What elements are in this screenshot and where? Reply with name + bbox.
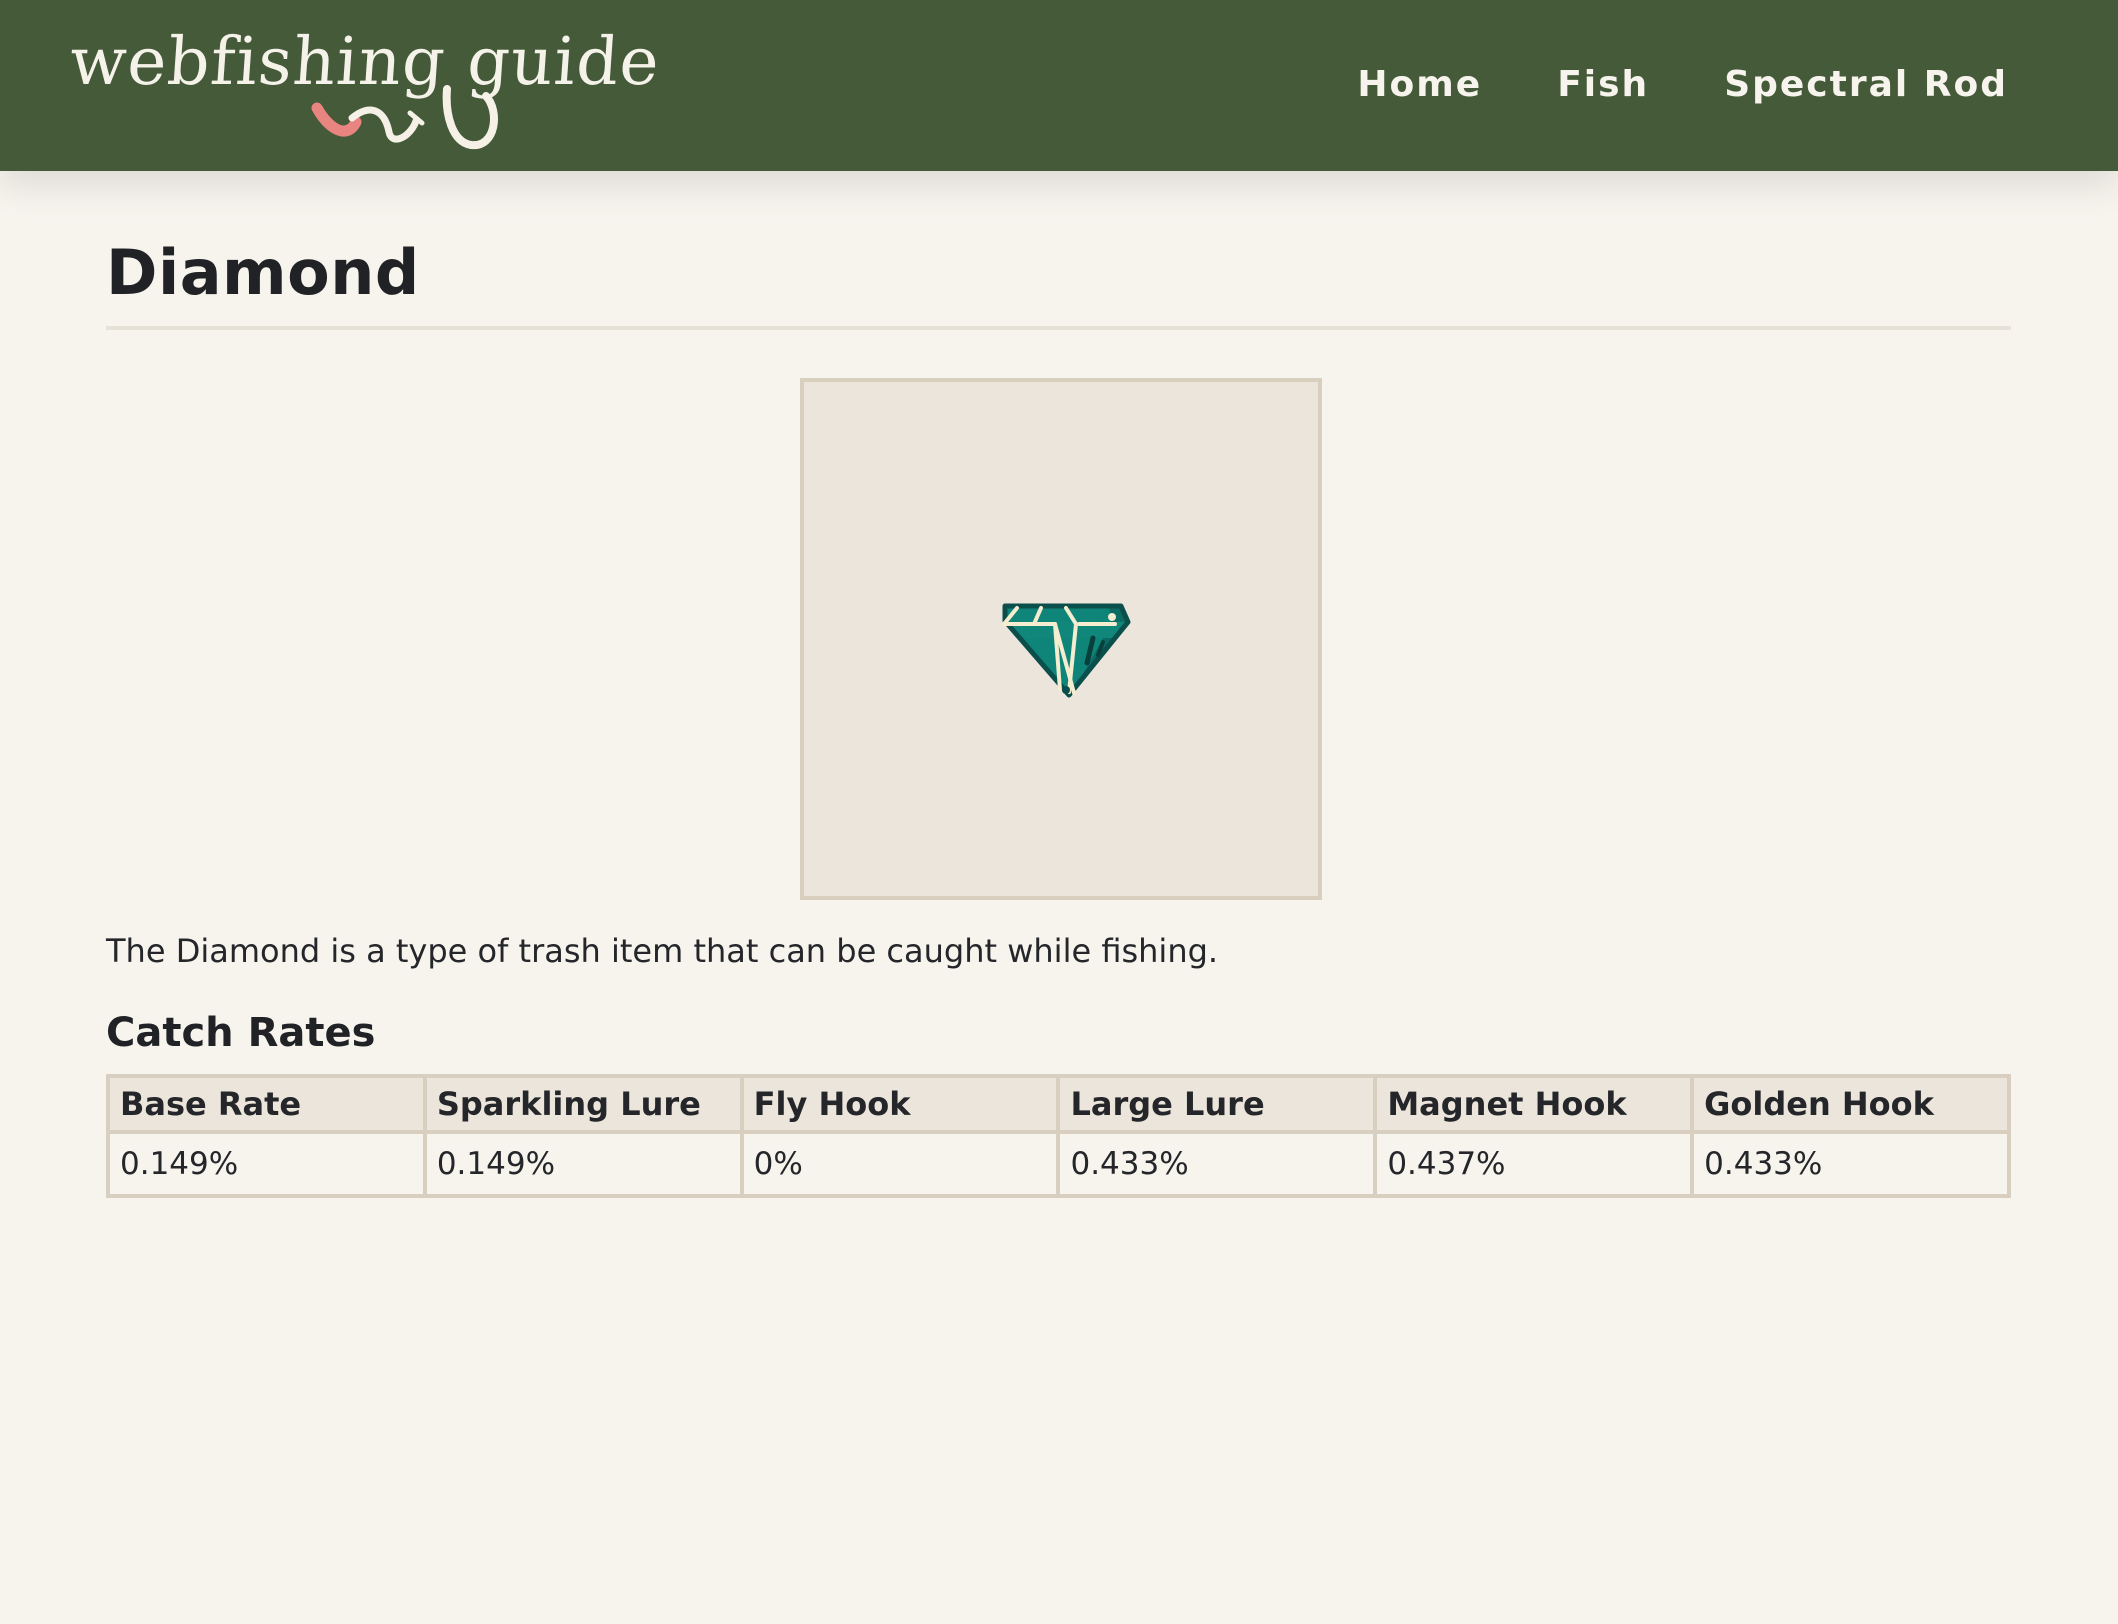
- magnet-hook-column-header: Magnet Hook: [1373, 1074, 1695, 1134]
- item-image-frame: [800, 378, 1322, 900]
- item-description: The Diamond is a type of trash item that…: [106, 932, 1219, 970]
- catch-rates-table-header: Base Rate Sparkling Lure Fly Hook Large …: [106, 1074, 2011, 1134]
- fly-hook-column-header: Fly Hook: [739, 1074, 1061, 1134]
- catch-rates-table: Base Rate Sparkling Lure Fly Hook Large …: [106, 1074, 2011, 1198]
- main-navigation: Home Fish Spectral Rod: [1357, 56, 2008, 114]
- sparkling-lure-value: 0.149%: [422, 1130, 744, 1198]
- diamond-icon: [1002, 603, 1131, 698]
- table-header-row: Base Rate Sparkling Lure Fly Hook Large …: [106, 1074, 2011, 1134]
- site-header: webfishing guide Home Fish Spectral Rod: [0, 0, 2118, 171]
- catch-rates-table-body: 0.149% 0.149% 0% 0.433% 0.437% 0.433%: [106, 1130, 2011, 1198]
- large-lure-column-header: Large Lure: [1056, 1074, 1378, 1134]
- fly-hook-value: 0%: [739, 1130, 1061, 1198]
- site-logo-text: webfishing guide: [67, 23, 663, 100]
- title-divider: [106, 326, 2011, 330]
- golden-hook-value: 0.433%: [1690, 1130, 2011, 1198]
- large-lure-value: 0.433%: [1056, 1130, 1378, 1198]
- page-title: Diamond: [106, 236, 420, 309]
- nav-spectral-rod-link[interactable]: Spectral Rod: [1724, 56, 2008, 114]
- main-content: Diamond The Diamond is a type of trash i…: [106, 171, 2011, 1624]
- sparkling-lure-column-header: Sparkling Lure: [422, 1074, 744, 1134]
- magnet-hook-value: 0.437%: [1373, 1130, 1695, 1198]
- site-logo[interactable]: webfishing guide: [67, 12, 663, 160]
- nav-fish-link[interactable]: Fish: [1557, 56, 1649, 114]
- catch-rates-title: Catch Rates: [106, 1010, 376, 1056]
- table-row: 0.149% 0.149% 0% 0.433% 0.437% 0.433%: [106, 1130, 2011, 1198]
- nav-home-link[interactable]: Home: [1357, 56, 1482, 114]
- base-rate-column-header: Base Rate: [106, 1074, 427, 1134]
- base-rate-value: 0.149%: [106, 1130, 427, 1198]
- golden-hook-column-header: Golden Hook: [1690, 1074, 2011, 1134]
